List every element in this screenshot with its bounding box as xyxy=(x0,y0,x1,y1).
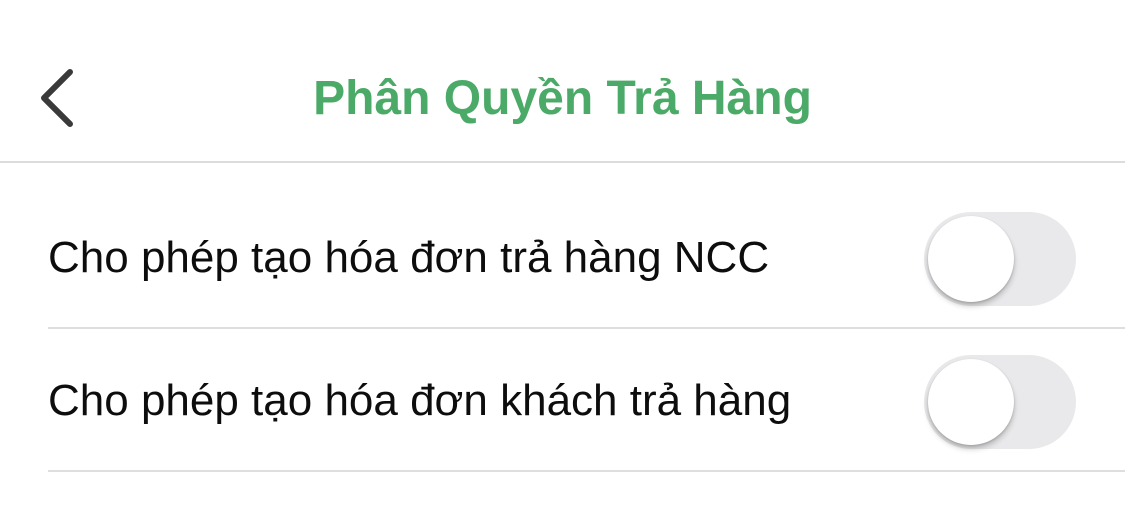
setting-row-return-supplier-invoice: Cho phép tạo hóa đơn trả hàng NCC xyxy=(48,186,1125,329)
setting-label: Cho phép tạo hóa đơn trả hàng NCC xyxy=(48,233,770,282)
return-supplier-invoice-toggle[interactable] xyxy=(924,212,1076,306)
toggle-knob xyxy=(928,216,1014,302)
customer-return-invoice-toggle[interactable] xyxy=(924,355,1076,449)
toggle-knob xyxy=(928,359,1014,445)
navigation-bar: Phân Quyền Trả Hàng xyxy=(0,0,1125,163)
setting-row-customer-return-invoice: Cho phép tạo hóa đơn khách trả hàng xyxy=(48,329,1125,472)
setting-label: Cho phép tạo hóa đơn khách trả hàng xyxy=(48,376,792,425)
settings-list: Cho phép tạo hóa đơn trả hàng NCC Cho ph… xyxy=(48,186,1125,472)
page-title: Phân Quyền Trả Hàng xyxy=(313,72,812,125)
